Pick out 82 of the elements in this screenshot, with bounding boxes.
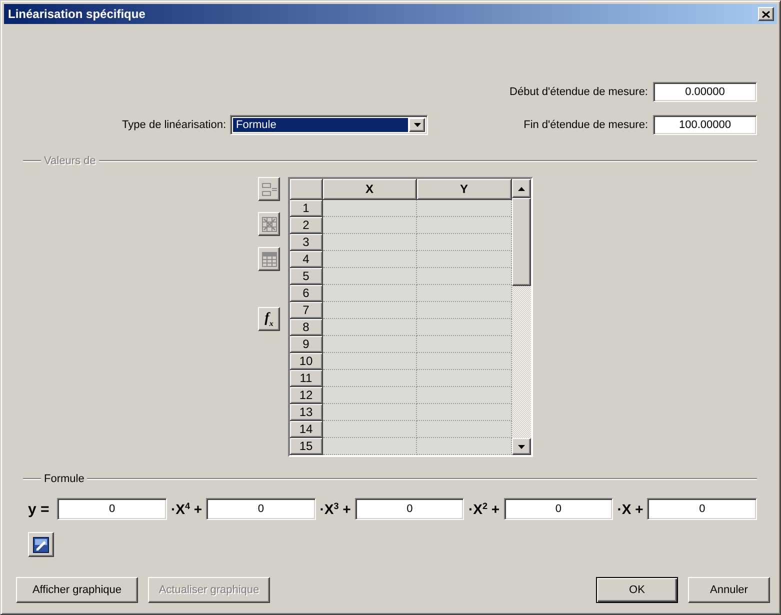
window-title: Linéarisation spécifique bbox=[8, 7, 146, 21]
row-number: 8 bbox=[290, 319, 323, 336]
coefficient-field[interactable]: 0 bbox=[354, 498, 464, 520]
image-pencil-icon bbox=[33, 536, 49, 552]
table-icon bbox=[262, 252, 276, 266]
table-cell[interactable] bbox=[323, 370, 417, 387]
table-cell[interactable] bbox=[323, 268, 417, 285]
scroll-thumb[interactable] bbox=[512, 198, 531, 286]
range-end-field[interactable]: 100.00000 bbox=[653, 115, 757, 135]
table-cell[interactable] bbox=[323, 336, 417, 353]
coefficient-field[interactable]: 0 bbox=[504, 498, 614, 520]
row-number: 2 bbox=[290, 217, 323, 234]
group-label: Formule bbox=[43, 472, 86, 484]
row-number: 4 bbox=[290, 251, 323, 268]
table-cell[interactable] bbox=[417, 438, 512, 455]
table-cell[interactable] bbox=[417, 302, 512, 319]
row-number: 10 bbox=[290, 353, 323, 370]
power-term: ·X$^{2}$ + bbox=[468, 501, 500, 517]
row-number: 3 bbox=[290, 234, 323, 251]
range-start-field[interactable]: 0.00000 bbox=[653, 82, 757, 102]
linearization-type-label: Type de linéarisation: bbox=[121, 119, 227, 131]
row-number: 6 bbox=[290, 285, 323, 302]
table-cell[interactable] bbox=[323, 387, 417, 404]
linearization-type-dropdown[interactable]: Formule bbox=[230, 115, 428, 135]
scroll-up-button[interactable] bbox=[512, 179, 531, 198]
table-cell[interactable] bbox=[323, 438, 417, 455]
row-number: 5 bbox=[290, 268, 323, 285]
row-number: 12 bbox=[290, 387, 323, 404]
row-number: 7 bbox=[290, 302, 323, 319]
scroll-down-button[interactable] bbox=[512, 438, 531, 455]
table-cell[interactable] bbox=[417, 234, 512, 251]
delete-rows-icon bbox=[262, 216, 276, 232]
range-start-label: Début d'étendue de mesure: bbox=[508, 86, 649, 98]
edit-image-button[interactable] bbox=[28, 532, 54, 557]
table-cell[interactable] bbox=[417, 285, 512, 302]
row-number: 11 bbox=[290, 370, 323, 387]
table-cell[interactable] bbox=[417, 387, 512, 404]
row-number: 15 bbox=[290, 438, 323, 455]
coefficient-field[interactable]: 0 bbox=[647, 498, 757, 520]
table-cell[interactable] bbox=[417, 370, 512, 387]
range-end-label: Fin d'étendue de mesure: bbox=[522, 119, 649, 131]
coefficient-field[interactable]: 0 bbox=[206, 498, 316, 520]
table-cell[interactable] bbox=[417, 200, 512, 217]
table-cell[interactable] bbox=[323, 302, 417, 319]
table-cell[interactable] bbox=[417, 251, 512, 268]
table-cell[interactable] bbox=[323, 234, 417, 251]
power-term: ·X$^{3}$ + bbox=[320, 501, 351, 517]
power-term: ·X$^{4}$ + bbox=[170, 501, 202, 517]
table-cell[interactable] bbox=[417, 336, 512, 353]
row-number: 1 bbox=[290, 200, 323, 217]
dropdown-arrow-icon bbox=[414, 123, 420, 127]
selected-value: Formule bbox=[233, 118, 408, 132]
table-cell[interactable] bbox=[323, 421, 417, 438]
dropdown-button[interactable] bbox=[409, 118, 425, 132]
table-cell[interactable] bbox=[323, 285, 417, 302]
group-label: Valeurs de bbox=[43, 154, 97, 166]
dialog-button[interactable]: Annuler bbox=[688, 577, 770, 603]
table-cell[interactable] bbox=[417, 353, 512, 370]
table-cell[interactable] bbox=[323, 200, 417, 217]
power-term: ·X + bbox=[617, 501, 644, 517]
table-cell[interactable] bbox=[417, 319, 512, 336]
up-arrow-icon bbox=[518, 186, 525, 190]
close-icon bbox=[762, 10, 770, 18]
row-number: 9 bbox=[290, 336, 323, 353]
table-cell[interactable] bbox=[417, 268, 512, 285]
table-cell[interactable] bbox=[323, 353, 417, 370]
table-cell[interactable] bbox=[417, 421, 512, 438]
table-cell[interactable] bbox=[323, 404, 417, 421]
insert-rows-icon bbox=[262, 182, 276, 196]
table-cell[interactable] bbox=[323, 251, 417, 268]
formula-lead: y = bbox=[28, 500, 50, 518]
table-cell[interactable] bbox=[323, 217, 417, 234]
down-arrow-icon bbox=[518, 444, 525, 448]
dialog-button[interactable]: Afficher graphique bbox=[16, 577, 138, 603]
table-cell[interactable] bbox=[417, 404, 512, 421]
row-number: 14 bbox=[290, 421, 323, 438]
dialog-button[interactable]: OK bbox=[596, 577, 678, 603]
table-cell[interactable] bbox=[323, 319, 417, 336]
close-button[interactable] bbox=[758, 7, 774, 21]
table-cell[interactable] bbox=[417, 217, 512, 234]
row-number: 13 bbox=[290, 404, 323, 421]
coefficient-field[interactable]: 0 bbox=[57, 498, 167, 520]
